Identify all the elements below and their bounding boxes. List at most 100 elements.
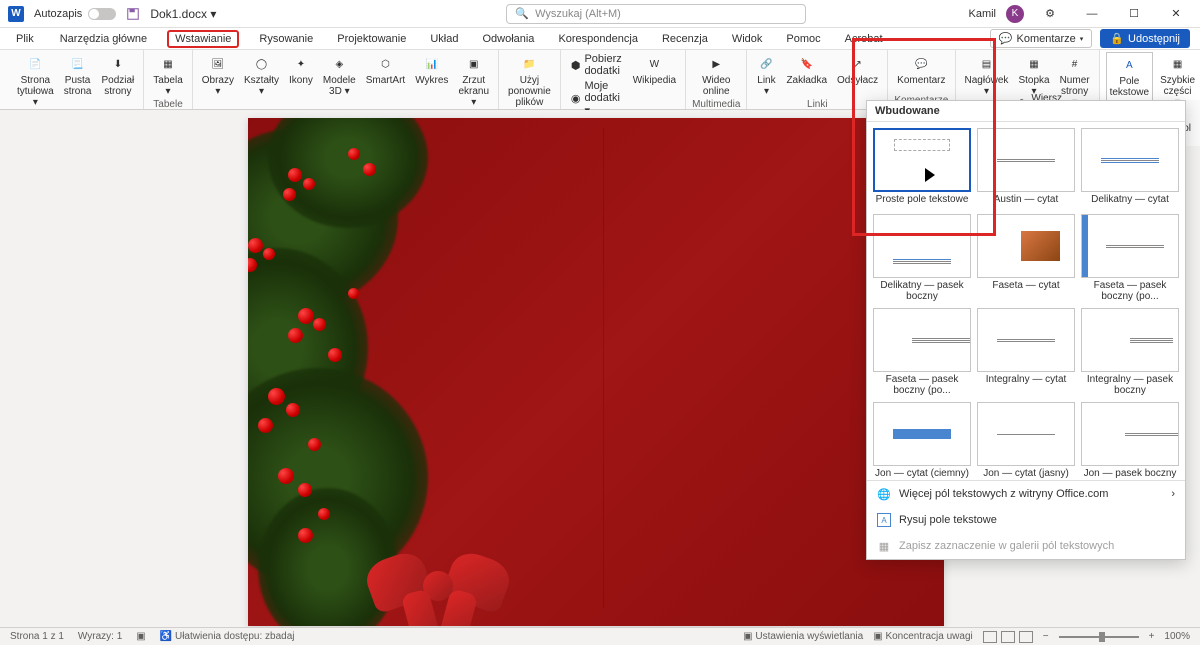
christmas-image — [248, 118, 944, 626]
gallery-item-whisp[interactable]: Delikatny — cytat — [1081, 128, 1179, 208]
smartart-button[interactable]: ⬡SmartArt — [363, 52, 408, 88]
quickparts-icon: ▦ — [1168, 54, 1188, 74]
video-button[interactable]: ▶Wideo online — [692, 52, 740, 99]
language-icon[interactable]: ▣ — [136, 631, 145, 642]
get-addins-button[interactable]: ⬢Pobierz dodatki — [567, 52, 626, 78]
link-icon: 🔗 — [756, 54, 776, 74]
page-break-button[interactable]: ⬇Podział strony — [98, 52, 137, 99]
gallery-item-facet[interactable]: Faseta — cytat — [977, 214, 1075, 302]
tab-review[interactable]: Recenzja — [658, 30, 712, 48]
tab-acrobat[interactable]: Acrobat — [841, 30, 887, 48]
images-button[interactable]: 🖼Obrazy ▾ — [199, 52, 237, 99]
view-mode-icons — [983, 631, 1033, 643]
bookmark-icon: 🔖 — [797, 54, 817, 74]
save-gallery-icon: ▦ — [877, 539, 891, 553]
gallery-item-ion-sidebar[interactable]: Jon — pasek boczny 1 — [1081, 402, 1179, 480]
number-icon: # — [1065, 54, 1085, 74]
minimize-button[interactable]: — — [1076, 4, 1108, 24]
draw-textbox-button[interactable]: A Rysuj pole tekstowe — [867, 507, 1185, 533]
gallery-item-ion-dark[interactable]: Jon — cytat (ciemny) — [873, 402, 971, 480]
ribbon-options-icon[interactable]: ⚙ — [1034, 4, 1066, 24]
text-cursor-line — [603, 128, 604, 608]
blank-page-icon: 📃 — [68, 54, 88, 74]
table-button[interactable]: ▦Tabela ▾ — [150, 52, 185, 99]
icons-button[interactable]: ✦Ikony — [286, 52, 316, 88]
gallery-scroll[interactable]: Proste pole tekstowe Austin — cytat Deli… — [867, 122, 1185, 480]
link-button[interactable]: 🔗Link ▾ — [753, 52, 779, 99]
crossref-button[interactable]: ↗Odsyłacz — [834, 52, 881, 88]
gallery-item-integral[interactable]: Integralny — cytat — [977, 308, 1075, 396]
document-name[interactable]: Dok1.docx ▾ — [150, 7, 216, 21]
gallery-item-whisp-sidebar[interactable]: Delikatny — pasek boczny — [873, 214, 971, 302]
tab-view[interactable]: Widok — [728, 30, 767, 48]
gallery-item-simple[interactable]: Proste pole tekstowe — [873, 128, 971, 208]
gallery-item-austin[interactable]: Austin — cytat — [977, 128, 1075, 208]
comment-icon: 💬 — [911, 54, 931, 74]
gallery-item-facet-sidebar-l[interactable]: Faseta — pasek boczny (po... — [1081, 214, 1179, 302]
tab-mailings[interactable]: Korespondencja — [554, 30, 642, 48]
save-icon[interactable] — [126, 7, 140, 21]
icons-icon: ✦ — [291, 54, 311, 74]
tab-insert[interactable]: Wstawianie — [167, 30, 239, 48]
screenshot-icon: ▣ — [464, 54, 484, 74]
print-layout-icon[interactable] — [1001, 631, 1015, 643]
zoom-slider[interactable] — [1059, 636, 1139, 638]
comments-button[interactable]: 💬 Komentarze ▾ — [990, 29, 1093, 48]
tab-layout[interactable]: Układ — [426, 30, 462, 48]
addin-icon: ⬢ — [571, 59, 581, 72]
shapes-button[interactable]: ◯Kształty ▾ — [241, 52, 282, 99]
cube-icon: ◈ — [329, 54, 349, 74]
maximize-button[interactable]: ☐ — [1118, 4, 1150, 24]
zoom-in-button[interactable]: + — [1149, 631, 1155, 642]
crossref-icon: ↗ — [848, 54, 868, 74]
globe-icon: 🌐 — [877, 487, 891, 501]
header-button[interactable]: ▤Nagłówek ▾ — [962, 52, 1012, 99]
chart-button[interactable]: 📊Wykres — [412, 52, 451, 88]
ribbon-tabs: Plik Narzędzia główne Wstawianie Rysowan… — [0, 28, 1200, 50]
tab-references[interactable]: Odwołania — [478, 30, 538, 48]
word-count[interactable]: Wyrazy: 1 — [78, 631, 122, 642]
wikipedia-button[interactable]: WWikipedia — [630, 52, 679, 88]
gallery-header: Wbudowane — [867, 101, 1185, 122]
autosave-toggle[interactable] — [88, 8, 116, 20]
share-button[interactable]: 🔒 Udostępnij — [1100, 29, 1190, 48]
more-textboxes-button[interactable]: 🌐 Więcej pól tekstowych z witryny Office… — [867, 481, 1185, 507]
autosave-control[interactable]: Autozapis — [34, 8, 116, 20]
bookmark-button[interactable]: 🔖Zakładka — [783, 52, 830, 88]
3d-models-button[interactable]: ◈Modele 3D ▾ — [320, 52, 359, 99]
tab-draw[interactable]: Rysowanie — [255, 30, 317, 48]
wikipedia-icon: W — [644, 54, 664, 74]
page-indicator[interactable]: Strona 1 z 1 — [10, 631, 64, 642]
comment-button[interactable]: 💬Komentarz — [894, 52, 948, 88]
reuse-icon: 📁 — [519, 54, 539, 74]
save-selection-button: ▦ Zapisz zaznaczenie w galerii pól tekst… — [867, 533, 1185, 559]
blank-page-button[interactable]: 📃Pusta strona — [61, 52, 95, 99]
user-avatar[interactable]: K — [1006, 5, 1024, 23]
smartart-icon: ⬡ — [375, 54, 395, 74]
my-addin-icon: ◉ — [571, 92, 581, 105]
screenshot-button[interactable]: ▣Zrzut ekranu ▾ — [455, 52, 492, 110]
close-button[interactable]: ✕ — [1160, 4, 1192, 24]
gallery-item-ion-light[interactable]: Jon — cytat (jasny) — [977, 402, 1075, 480]
document-page[interactable] — [248, 118, 944, 626]
read-mode-icon[interactable] — [983, 631, 997, 643]
bow-decoration — [368, 546, 508, 626]
search-box[interactable]: 🔍 Wyszukaj (Alt+M) — [506, 4, 806, 24]
cover-page-button[interactable]: 📄Strona tytułowa ▾ — [14, 52, 57, 110]
title-bar: W Autozapis Dok1.docx ▾ 🔍 Wyszukaj (Alt+… — [0, 0, 1200, 28]
reuse-files-button[interactable]: 📁Użyj ponownie plików — [505, 52, 554, 110]
gallery-item-facet-sidebar-r[interactable]: Faseta — pasek boczny (po... — [873, 308, 971, 396]
zoom-level[interactable]: 100% — [1164, 631, 1190, 642]
tab-help[interactable]: Pomoc — [782, 30, 824, 48]
display-settings[interactable]: ▣ Ustawienia wyświetlania — [743, 631, 863, 642]
tab-file[interactable]: Plik — [10, 31, 40, 47]
gallery-item-integral-sidebar[interactable]: Integralny — pasek boczny — [1081, 308, 1179, 396]
textbox-draw-icon: A — [877, 513, 891, 527]
search-placeholder: Wyszukaj (Alt+M) — [535, 8, 621, 20]
accessibility-checker[interactable]: ♿ Ułatwienia dostępu: zbadaj — [160, 631, 295, 642]
tab-home[interactable]: Narzędzia główne — [56, 30, 151, 48]
zoom-out-button[interactable]: − — [1043, 631, 1049, 642]
tab-design[interactable]: Projektowanie — [333, 30, 410, 48]
focus-mode[interactable]: ▣ Koncentracja uwagi — [873, 631, 973, 642]
web-layout-icon[interactable] — [1019, 631, 1033, 643]
